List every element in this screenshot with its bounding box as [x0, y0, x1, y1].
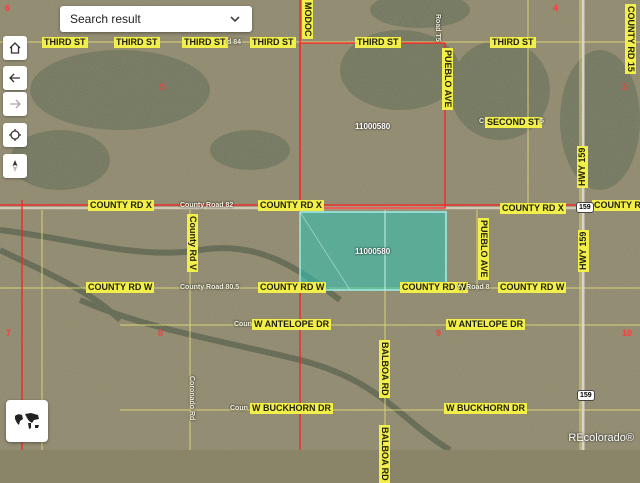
section-number: 7: [6, 328, 12, 338]
road-label-county-rd-w: COUNTY RD W: [498, 282, 567, 293]
arrow-right-icon: [10, 99, 21, 109]
road-label-antelope: W ANTELOPE DR: [446, 319, 526, 330]
road-label-ty-road-8: ty Road 8: [458, 284, 490, 291]
basemap-toggle-button[interactable]: [6, 400, 48, 442]
section-number: 9: [436, 328, 442, 338]
road-label-county-rd-v: County Rd V: [187, 214, 198, 272]
section-number: 4: [553, 3, 559, 13]
road-label-balboa: BALBOA RD: [379, 340, 390, 398]
road-label-third-st: THIRD ST: [490, 37, 536, 48]
road-label-second-suffix: 5: [540, 118, 544, 125]
compass-button[interactable]: [3, 154, 27, 178]
search-result-dropdown[interactable]: Search result: [60, 6, 252, 32]
road-label-antelope: W ANTELOPE DR: [252, 319, 332, 330]
road-label-pueblo-ave: PUEBLO AVE: [442, 48, 453, 110]
forward-button[interactable]: [3, 92, 27, 116]
chevron-down-icon: [230, 16, 240, 23]
road-label-county-rd-x: COUNTY RD X: [500, 203, 566, 214]
crosshair-icon: [9, 129, 21, 141]
locate-button[interactable]: [3, 123, 27, 147]
parcel-id: 11000580: [355, 122, 391, 131]
home-button[interactable]: [3, 36, 27, 60]
road-label-county-rd-top-right: COUNTY RD 15: [625, 4, 636, 74]
highway-shield: 159: [576, 202, 594, 213]
road-label-county-rd-w: COUNTY RD W: [86, 282, 155, 293]
parcel-id: 11000580: [355, 247, 391, 256]
road-label-coronado: Coronado Rd: [188, 376, 195, 421]
road-label-second-prefix: C: [479, 118, 485, 125]
road-label-county-road-80-5: County Road 80.5: [180, 284, 240, 291]
road-label-county-rd-x: COUNTY RD X: [88, 200, 154, 211]
road-label-buckhorn: W BUCKHORN DR: [250, 403, 333, 414]
road-label-county-rd-x: COUNTY RD X: [592, 200, 640, 211]
section-number: 8: [158, 328, 164, 338]
highway-shield: 159: [577, 390, 595, 401]
road-label-county-road-82: County Road 82: [180, 202, 234, 209]
road-label-third-st: THIRD ST: [114, 37, 160, 48]
road-label-pueblo-ave: PUEBLO AVE: [478, 218, 489, 280]
road-label-buckhorn: W BUCKHORN DR: [444, 403, 527, 414]
back-button[interactable]: [3, 66, 27, 90]
home-icon: [9, 42, 21, 54]
search-result-label: Search result: [70, 12, 141, 26]
road-label-third-st: THIRD ST: [250, 37, 296, 48]
road-label-hwy-159: HWY 159: [578, 229, 589, 272]
section-number: 10: [622, 328, 633, 338]
road-label-county-rd-w: COUNTY RD W: [258, 282, 327, 293]
road-label-road-t5: Road T5: [434, 14, 441, 42]
road-label-third-st: THIRD ST: [182, 37, 228, 48]
road-label-balboa: BALBOA RD: [379, 425, 390, 483]
road-label-third-st: THIRD ST: [42, 37, 88, 48]
arrow-left-icon: [9, 73, 20, 83]
map-canvas[interactable]: [0, 0, 640, 450]
road-label-coun: Coun: [230, 405, 248, 412]
road-label-county-rd-x: COUNTY RD X: [258, 200, 324, 211]
road-label-hwy-159: HWY 159: [577, 145, 588, 188]
road-label-coun: Coun: [234, 321, 252, 328]
compass-icon: [12, 160, 18, 172]
road-label-third-st: THIRD ST: [355, 37, 401, 48]
road-label-third-st-suffix: d 84: [227, 39, 242, 46]
section-number: 3: [622, 82, 628, 92]
section-number: 6: [5, 3, 11, 13]
map-credit: REcolorado®: [568, 432, 634, 444]
road-label-modoc: MODOC: [302, 0, 313, 39]
world-map-icon: [15, 413, 39, 429]
section-number: 5: [160, 82, 166, 92]
road-label-second-st: SECOND ST: [485, 117, 542, 128]
